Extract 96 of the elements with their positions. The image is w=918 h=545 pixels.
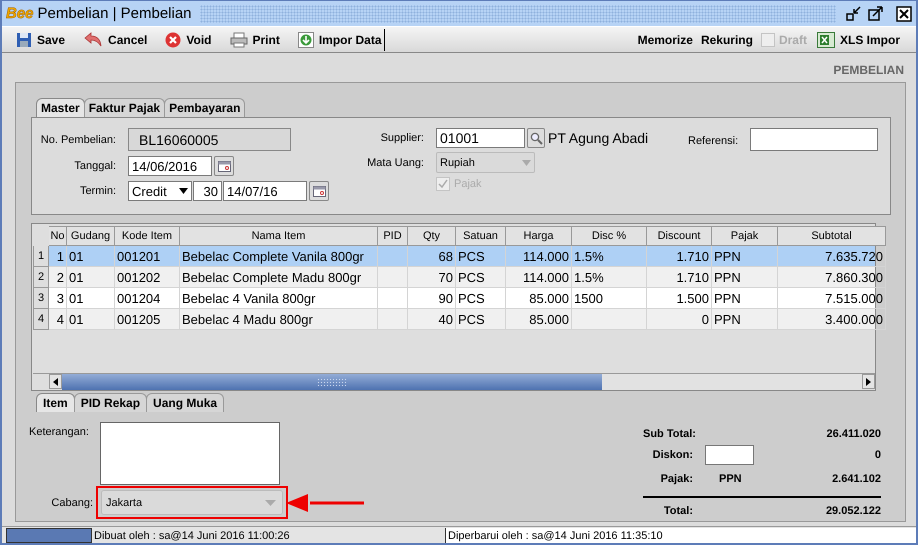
reference-field[interactable] — [750, 128, 878, 151]
row-header[interactable]: 4 — [33, 309, 49, 330]
branch-dropdown[interactable]: Jakarta — [101, 490, 283, 515]
rekuring-button[interactable]: Rekuring — [700, 32, 753, 46]
column-header[interactable]: Satuan — [456, 226, 506, 246]
tab[interactable]: Faktur Pajak — [84, 98, 166, 117]
table-cell: Bebelac 4 Madu 800gr — [180, 309, 378, 330]
field-label: Keterangan: — [29, 426, 90, 438]
total-value: 29.052.122 — [824, 504, 881, 516]
table-cell: 4 — [49, 309, 67, 330]
maximize-icon[interactable] — [868, 6, 884, 22]
tax-type: PPN — [718, 472, 743, 484]
caret-icon — [265, 500, 276, 506]
scroll-right-button[interactable] — [862, 374, 875, 389]
toolbar-button[interactable]: Impor Data — [296, 32, 390, 48]
table-cell: 001205 — [115, 309, 180, 330]
void-icon — [165, 32, 182, 48]
discount-label: Diskon: — [652, 448, 693, 460]
column-header[interactable]: PID — [378, 226, 408, 246]
supplier-name: PT Agung Abadi — [548, 130, 648, 146]
caret-icon — [179, 188, 188, 194]
table-cell: 85.000 — [506, 309, 572, 330]
column-header[interactable]: Harga — [506, 226, 572, 246]
window-title: Pembelian | Pembelian — [38, 5, 192, 22]
table-cell: 0 — [647, 309, 712, 330]
page-heading: PEMBELIAN — [833, 63, 904, 77]
calendar-icon — [218, 160, 230, 172]
toolbar-button[interactable]: Save — [14, 32, 74, 48]
column-header[interactable]: Gudang — [67, 226, 115, 246]
column-header[interactable]: Disc % — [572, 226, 647, 246]
notes-field[interactable] — [100, 422, 280, 485]
field-label: Cabang: — [50, 496, 93, 508]
table-cell: PCS — [456, 309, 506, 330]
calendar-button[interactable] — [214, 156, 234, 176]
table-cell: 40 — [408, 309, 456, 330]
purchase-number-field[interactable]: BL16060005 — [128, 128, 291, 151]
row-header[interactable]: 3 — [33, 288, 49, 309]
field-label: Tanggal: — [73, 160, 116, 172]
search-icon — [530, 132, 542, 144]
right-arrow-icon — [866, 378, 871, 386]
calendar-button[interactable] — [309, 181, 329, 201]
row-header[interactable]: 2 — [33, 267, 49, 288]
toolbar-button[interactable]: Cancel — [81, 32, 156, 48]
column-header[interactable]: Discount — [647, 226, 712, 246]
subtotal-label: Sub Total: — [643, 428, 693, 440]
xls-import-button[interactable]: XLS Impor — [814, 32, 908, 48]
tab[interactable]: Uang Muka — [146, 393, 224, 412]
field-label: Termin: — [78, 185, 116, 197]
discount-field[interactable] — [705, 444, 754, 464]
tab[interactable]: PID Rekap — [74, 393, 148, 412]
table-cell: 3.400.000 — [778, 309, 886, 330]
printer-icon — [230, 32, 248, 48]
undo-arrow-icon — [83, 32, 104, 48]
tax-value: 2.641.102 — [831, 472, 881, 484]
tab[interactable]: Item — [36, 393, 75, 412]
terms-dropdown[interactable]: Credit — [128, 181, 192, 201]
status-text: Diperbarui oleh : sa@14 Juni 2016 11:35:10 — [446, 528, 916, 543]
total-label: Total: — [662, 504, 693, 516]
field-label: Supplier: — [380, 132, 424, 144]
scrollbar-thumb[interactable] — [62, 374, 602, 390]
app-logo: Bee — [6, 5, 34, 22]
field-label: Referensi: — [688, 135, 738, 147]
scroll-left-button[interactable] — [49, 374, 62, 389]
tab[interactable]: Pembayaran — [164, 98, 246, 117]
close-icon[interactable] — [896, 6, 912, 22]
calendar-icon — [312, 186, 326, 196]
caret-icon — [522, 160, 531, 166]
row-header[interactable]: 1 — [33, 246, 49, 267]
table-cell: 01 — [67, 309, 115, 330]
spreadsheet-icon — [816, 32, 835, 48]
subtotal-value: 26.411.020 — [826, 428, 881, 440]
column-header[interactable]: No — [49, 226, 67, 246]
due-date-field[interactable]: 14/07/16 — [223, 181, 307, 201]
download-icon — [298, 32, 314, 48]
column-header[interactable]: Nama Item — [180, 226, 378, 246]
table-cell: PPN — [712, 309, 778, 330]
field-label: Mata Uang: — [366, 156, 424, 168]
field-label: No. Pembelian: — [40, 134, 116, 146]
checkmark-icon — [438, 179, 448, 189]
tax-label: Pajak: — [660, 472, 693, 484]
date-field[interactable]: 14/06/2016 — [128, 156, 212, 176]
days-field[interactable]: 30 — [193, 181, 222, 201]
toolbar-button[interactable]: Print — [228, 32, 288, 48]
table-cell — [378, 309, 408, 330]
column-header[interactable]: Pajak — [712, 226, 778, 246]
restore-icon[interactable] — [846, 6, 862, 22]
tab[interactable]: Master — [36, 98, 85, 117]
memorize-button[interactable]: Memorize — [638, 32, 693, 46]
supplier-field[interactable]: 01001 — [436, 128, 525, 148]
discount-value: 0 — [874, 448, 881, 460]
search-button[interactable] — [527, 128, 545, 148]
column-header[interactable]: Kode Item — [115, 226, 180, 246]
toolbar-button[interactable]: Void — [163, 32, 220, 48]
column-header[interactable]: Qty — [408, 226, 456, 246]
column-header[interactable]: Subtotal — [778, 226, 886, 246]
left-arrow-icon — [53, 378, 58, 386]
